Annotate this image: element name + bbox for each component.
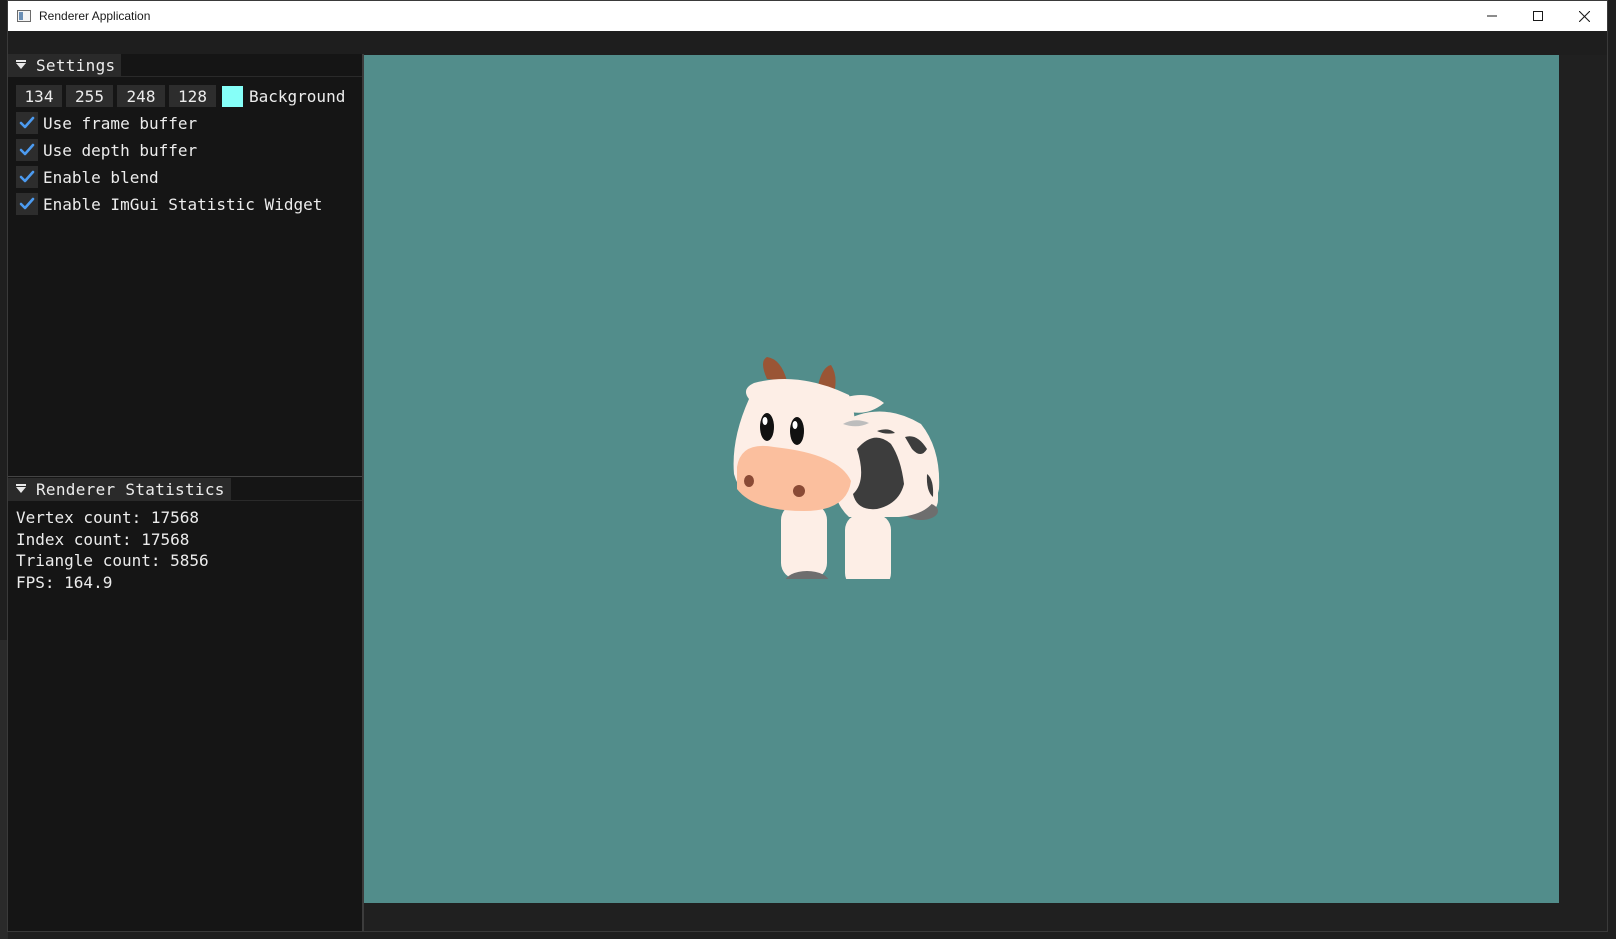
left-panel: Settings 134 255 248 128 Background Use …	[8, 54, 364, 931]
checkbox-box[interactable]	[16, 112, 38, 134]
checkbox-depth-buffer[interactable]: Use depth buffer	[16, 139, 197, 161]
color-g-input[interactable]: 255	[66, 85, 113, 107]
index-count: Index count: 17568	[16, 530, 190, 549]
statistics-tab[interactable]: Renderer Statistics	[8, 478, 231, 500]
checkmark-icon	[19, 170, 35, 183]
color-r-input[interactable]: 134	[16, 85, 62, 107]
settings-header[interactable]: Settings	[8, 54, 362, 77]
checkbox-label: Use depth buffer	[43, 140, 198, 160]
background-color-label: Background	[249, 86, 346, 106]
statistics-title: Renderer Statistics	[36, 479, 225, 499]
settings-window: Settings 134 255 248 128 Background Use …	[8, 54, 362, 477]
window-title: Renderer Application	[39, 9, 151, 23]
title-bar[interactable]: Renderer Application	[8, 1, 1607, 31]
maximize-icon	[1533, 11, 1543, 21]
checkbox-imgui-statistic-widget[interactable]: Enable ImGui Statistic Widget	[16, 193, 322, 215]
triangle-count: Triangle count: 5856	[16, 551, 209, 570]
render-viewport[interactable]	[364, 55, 1559, 903]
settings-title: Settings	[36, 55, 116, 75]
renderer-statistics-window: Renderer Statistics Vertex count: 17568 …	[8, 478, 362, 931]
window-controls	[1469, 1, 1607, 31]
close-icon	[1578, 10, 1590, 22]
color-swatch[interactable]	[222, 85, 243, 107]
checkbox-box[interactable]	[16, 139, 38, 161]
collapse-triangle-icon[interactable]	[16, 60, 26, 70]
minimize-button[interactable]	[1469, 1, 1515, 31]
checkbox-frame-buffer[interactable]: Use frame buffer	[16, 112, 197, 134]
maximize-button[interactable]	[1515, 1, 1561, 31]
app-icon	[17, 10, 31, 22]
statistics-header[interactable]: Renderer Statistics	[8, 478, 362, 501]
vertex-count: Vertex count: 17568	[16, 508, 200, 527]
viewport-bottom-edge	[364, 903, 1559, 931]
color-b-input[interactable]: 248	[117, 85, 165, 107]
close-button[interactable]	[1561, 1, 1607, 31]
minimize-icon	[1487, 15, 1497, 17]
checkbox-label: Use frame buffer	[43, 113, 198, 133]
client-area: Settings 134 255 248 128 Background Use …	[8, 31, 1607, 931]
fps-readout: FPS: 164.9	[16, 573, 113, 592]
background-color-editor: 134 255 248 128 Background	[16, 85, 362, 107]
checkbox-box[interactable]	[16, 193, 38, 215]
top-strip	[8, 31, 1607, 55]
app-window: Renderer Application Settings 134 255 24…	[7, 0, 1608, 932]
cow-model	[733, 357, 940, 579]
checkbox-label: Enable blend	[43, 167, 159, 187]
viewport-right-edge	[1559, 55, 1607, 931]
checkbox-label: Enable ImGui Statistic Widget	[43, 194, 323, 214]
checkmark-icon	[19, 116, 35, 129]
checkmark-icon	[19, 197, 35, 210]
checkmark-icon	[19, 143, 35, 156]
checkbox-box[interactable]	[16, 166, 38, 188]
color-a-input[interactable]: 128	[169, 85, 216, 107]
checkbox-enable-blend[interactable]: Enable blend	[16, 166, 159, 188]
collapse-triangle-icon[interactable]	[16, 484, 26, 494]
settings-tab[interactable]: Settings	[8, 54, 122, 76]
